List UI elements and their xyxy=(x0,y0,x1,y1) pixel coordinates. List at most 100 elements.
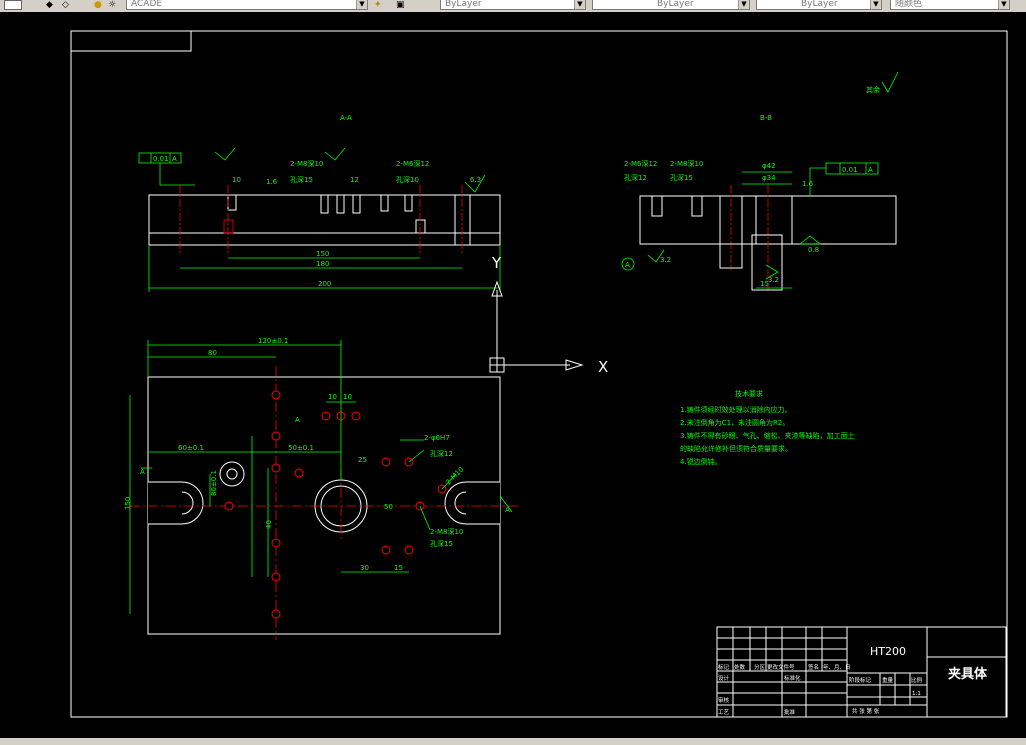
chevron-down-icon[interactable]: ▼ xyxy=(356,0,367,9)
dim-150-vertical: 150 xyxy=(124,497,132,510)
hole-note-d: 孔深10 xyxy=(396,175,419,184)
lineweight-combo[interactable]: ByLayer ▼ xyxy=(756,0,882,10)
bb-dim-phi34: φ34 xyxy=(762,174,776,182)
sun-icon[interactable]: ☼ xyxy=(108,0,116,10)
row-label-3: 更改文件号 xyxy=(767,663,795,671)
chevron-down-icon[interactable]: ▼ xyxy=(998,0,1009,9)
dim-vertical-left: 80±0.1 xyxy=(210,470,218,496)
section-bb-label: B-B xyxy=(760,114,772,122)
hole-note-c: 2-M6深12 xyxy=(396,159,429,168)
section-bb-body: 2-M6深12 孔深12 2-M8深10 孔深15 φ42 φ34 0.01 A… xyxy=(621,159,897,291)
dim-180: 180 xyxy=(316,260,329,268)
row-label-5: 年、月、日 xyxy=(823,663,851,671)
ucs-x-label: X xyxy=(598,358,608,376)
sheets-label: 共 张 第 张 xyxy=(852,707,880,715)
dim-40: 40 xyxy=(265,520,273,529)
bb-roughness-16: 1.6 xyxy=(802,180,814,188)
roughness-aa-2: 1.6 xyxy=(266,178,278,186)
chevron-down-icon[interactable]: ▼ xyxy=(574,0,585,9)
hole-note-a-plan: 2-M8深10 xyxy=(430,527,463,536)
row-label-4: 签名 xyxy=(808,663,819,671)
bb-dim-phi42: φ42 xyxy=(762,162,776,170)
bb-hole-note-a: 2-M6深12 xyxy=(624,159,657,168)
tech-req-line-5: 4.锐边倒钝。 xyxy=(680,457,722,466)
hole-note-b-plan: 孔深15 xyxy=(430,539,453,548)
dim-30: 30 xyxy=(360,564,369,572)
dim-50-offset: 50±0.1 xyxy=(288,444,314,452)
dim-phi-center: 50 xyxy=(384,503,393,511)
roughness-rest-symbol xyxy=(881,71,899,93)
process-label: 工艺 xyxy=(718,709,730,716)
color-combo-value: ByLayer xyxy=(445,0,482,9)
plan-view-dims: 120±0.1 80 10 10 150 60±0.1 50±0.1 80±0.… xyxy=(124,337,513,614)
technical-requirements: 技术要求 1.铸件须经时效处理以消除内应力。 2.未注倒角为C1，未注圆角为R2… xyxy=(680,389,855,466)
plotstyle-combo-value: 随颜色 xyxy=(895,0,923,9)
section-mark-a-right: A xyxy=(505,506,510,514)
section-aa-dims: 150 180 200 0.01 A 2-M8深10 孔深15 2-M6深12 … xyxy=(138,147,501,292)
drawing-border xyxy=(70,30,1008,718)
row-label-1: 处数 xyxy=(734,663,746,671)
hole-note-e: 2-φ6H7 xyxy=(424,434,450,442)
standardize-label: 标准化 xyxy=(784,674,801,682)
hole-note-g: 孔深12 xyxy=(430,449,453,458)
thread-note-aa: 10 xyxy=(232,176,241,184)
bb-hole-note-d: 孔深15 xyxy=(670,173,693,182)
chevron-down-icon[interactable]: ▼ xyxy=(738,0,749,9)
scale-label: 比例 xyxy=(911,676,923,684)
weight-label: 重量 xyxy=(882,676,894,684)
dim-25: 25 xyxy=(358,456,367,464)
ucs-icon: Y X xyxy=(489,254,608,376)
linetype-combo-value: ByLayer xyxy=(657,0,694,9)
audit-label: 审核 xyxy=(718,696,730,704)
approve-label: 批准 xyxy=(784,708,796,716)
make-current-icon[interactable]: ✦ xyxy=(374,0,382,10)
tolerance-datum-aa: A xyxy=(172,155,177,163)
hole-note-f: 2-M10 xyxy=(444,465,465,486)
layer-manager-icon[interactable] xyxy=(4,0,22,10)
hole-note-b: 孔深15 xyxy=(290,175,313,184)
layer-combo-value: ACADE xyxy=(131,0,163,9)
tech-req-line-2: 2.未注倒角为C1，未注圆角为R2。 xyxy=(680,418,789,427)
dim-120: 120±0.1 xyxy=(258,337,288,345)
lineweight-combo-value: ByLayer xyxy=(801,0,838,9)
tech-req-line-3: 3.铸件不得有砂眼、气孔、缩松、夹渣等缺陷，加工面上 xyxy=(680,431,855,440)
section-mark-a-top: A xyxy=(295,416,300,424)
dim-200: 200 xyxy=(318,280,331,288)
drawing-svg: A-A 150 180 200 0.01 A 2-M8深10 孔深15 2-M6… xyxy=(70,30,1008,718)
bb-roughness-08: 0.8 xyxy=(808,246,819,254)
bb-hole-note-c: 2-M8深10 xyxy=(670,159,703,168)
ucs-y-label: Y xyxy=(491,254,502,272)
plotstyle-combo[interactable]: 随颜色 ▼ xyxy=(890,0,1010,10)
tech-req-title: 技术要求 xyxy=(735,389,763,398)
layer-match-icon[interactable]: ▣ xyxy=(396,0,405,10)
dim-15: 15 xyxy=(394,564,403,572)
tech-req-line-4: 的缺陷允许修补但须符合质量要求。 xyxy=(680,444,792,453)
bb-tolerance-value: 0.01 xyxy=(842,166,858,174)
layer-combo[interactable]: ACADE ▼ xyxy=(126,0,368,10)
color-combo[interactable]: ByLayer ▼ xyxy=(440,0,586,10)
bb-hole-note-b: 孔深12 xyxy=(624,173,647,182)
row-label-2: 分区 xyxy=(754,663,766,671)
scale-value: 1:1 xyxy=(912,691,921,697)
status-bar xyxy=(0,738,1026,745)
material-label: HT200 xyxy=(870,645,906,658)
light-bulb-icon[interactable]: ● xyxy=(94,0,102,10)
row-label-0: 标记 xyxy=(718,663,730,671)
part-name-label: 夹具体 xyxy=(948,666,988,682)
bb-datum-a: A xyxy=(625,261,630,269)
linetype-combo[interactable]: ByLayer ▼ xyxy=(592,0,750,10)
thread-note-aa2: 12 xyxy=(350,176,359,184)
section-aa-label: A-A xyxy=(340,114,352,122)
drawing-canvas[interactable]: A-A 150 180 200 0.01 A 2-M8深10 孔深15 2-M6… xyxy=(0,12,1026,738)
design-label: 设计 xyxy=(718,674,730,682)
bb-roughness-32b: 3.2 xyxy=(768,276,779,284)
dim-150: 150 xyxy=(316,250,329,258)
section-aa-body xyxy=(148,185,501,255)
section-mark-a-left: A xyxy=(140,468,145,476)
chevron-down-icon[interactable]: ▼ xyxy=(870,0,881,9)
hole-note-a: 2-M8深10 xyxy=(290,159,323,168)
stage-label: 阶段标记 xyxy=(849,676,872,684)
layer-previous-icon[interactable]: ◇ xyxy=(62,0,69,10)
layer-state-icon[interactable]: ◆ xyxy=(46,0,53,10)
dim-10a: 10 xyxy=(328,393,337,401)
